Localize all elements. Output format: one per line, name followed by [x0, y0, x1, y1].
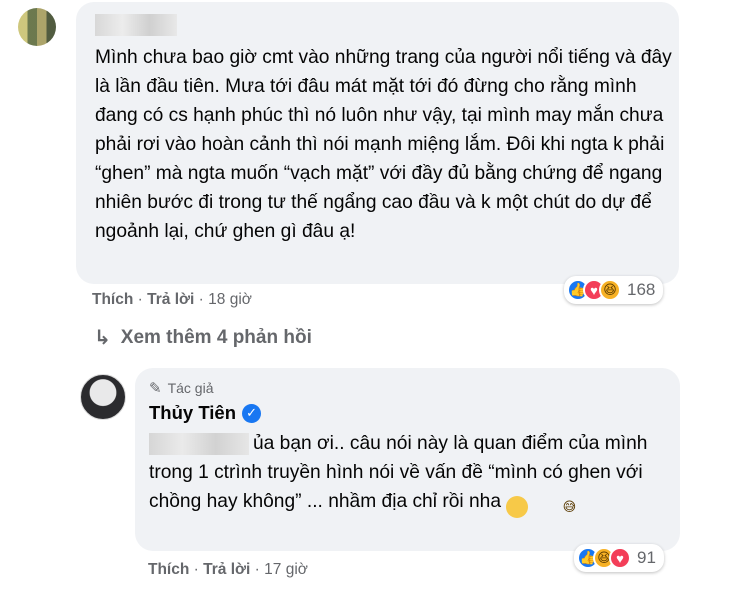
like-button[interactable]: Thích	[92, 291, 133, 308]
timestamp[interactable]: 18 giờ	[208, 291, 252, 308]
reply-text: ủa bạn ơi.. câu nói này là quan điểm của…	[149, 429, 669, 518]
reaction-count: 168	[627, 280, 656, 299]
reaction-count: 91	[637, 548, 656, 567]
like-button[interactable]: Thích	[148, 561, 189, 578]
reply-button[interactable]: Trả lời	[203, 561, 250, 578]
author-badge: ✎ Tác giả	[149, 379, 214, 397]
separator: ·	[254, 561, 260, 578]
comment-text: Mình chưa bao giờ cmt vào những trang củ…	[95, 47, 672, 242]
author-badge-label: Tác giả	[167, 380, 214, 396]
commenter-avatar[interactable]	[18, 8, 56, 46]
love-icon: ♥	[609, 547, 631, 569]
author-name-label: Thủy Tiên	[149, 402, 237, 423]
comment-actions: Thích · Trả lời · 18 giờ	[92, 291, 252, 309]
reply-reactions[interactable]: 👍 😆 ♥ 91	[574, 544, 664, 572]
view-more-replies[interactable]: ↳ Xem thêm 4 phản hồi	[94, 325, 312, 350]
comment-reactions[interactable]: 👍 ♥ 😆 168	[564, 276, 664, 304]
commenter-name-redacted[interactable]	[95, 14, 177, 36]
author-name[interactable]: Thủy Tiên ✓	[149, 402, 262, 424]
view-more-replies-label: Xem thêm 4 phản hồi	[120, 326, 312, 348]
separator: ·	[193, 561, 199, 578]
verified-icon: ✓	[242, 403, 262, 423]
timestamp[interactable]: 17 giờ	[264, 561, 308, 578]
reply-arrow-icon: ↳	[94, 327, 111, 349]
separator: ·	[198, 291, 204, 308]
pen-icon: ✎	[149, 380, 162, 397]
separator: ·	[137, 291, 143, 308]
sweat-smile-emoji-icon: 😅	[506, 495, 576, 518]
reply-actions: Thích · Trả lời · 17 giờ	[148, 561, 308, 579]
reply-button[interactable]: Trả lời	[147, 291, 194, 308]
haha-icon: 😆	[599, 279, 621, 301]
author-avatar[interactable]	[80, 374, 126, 420]
